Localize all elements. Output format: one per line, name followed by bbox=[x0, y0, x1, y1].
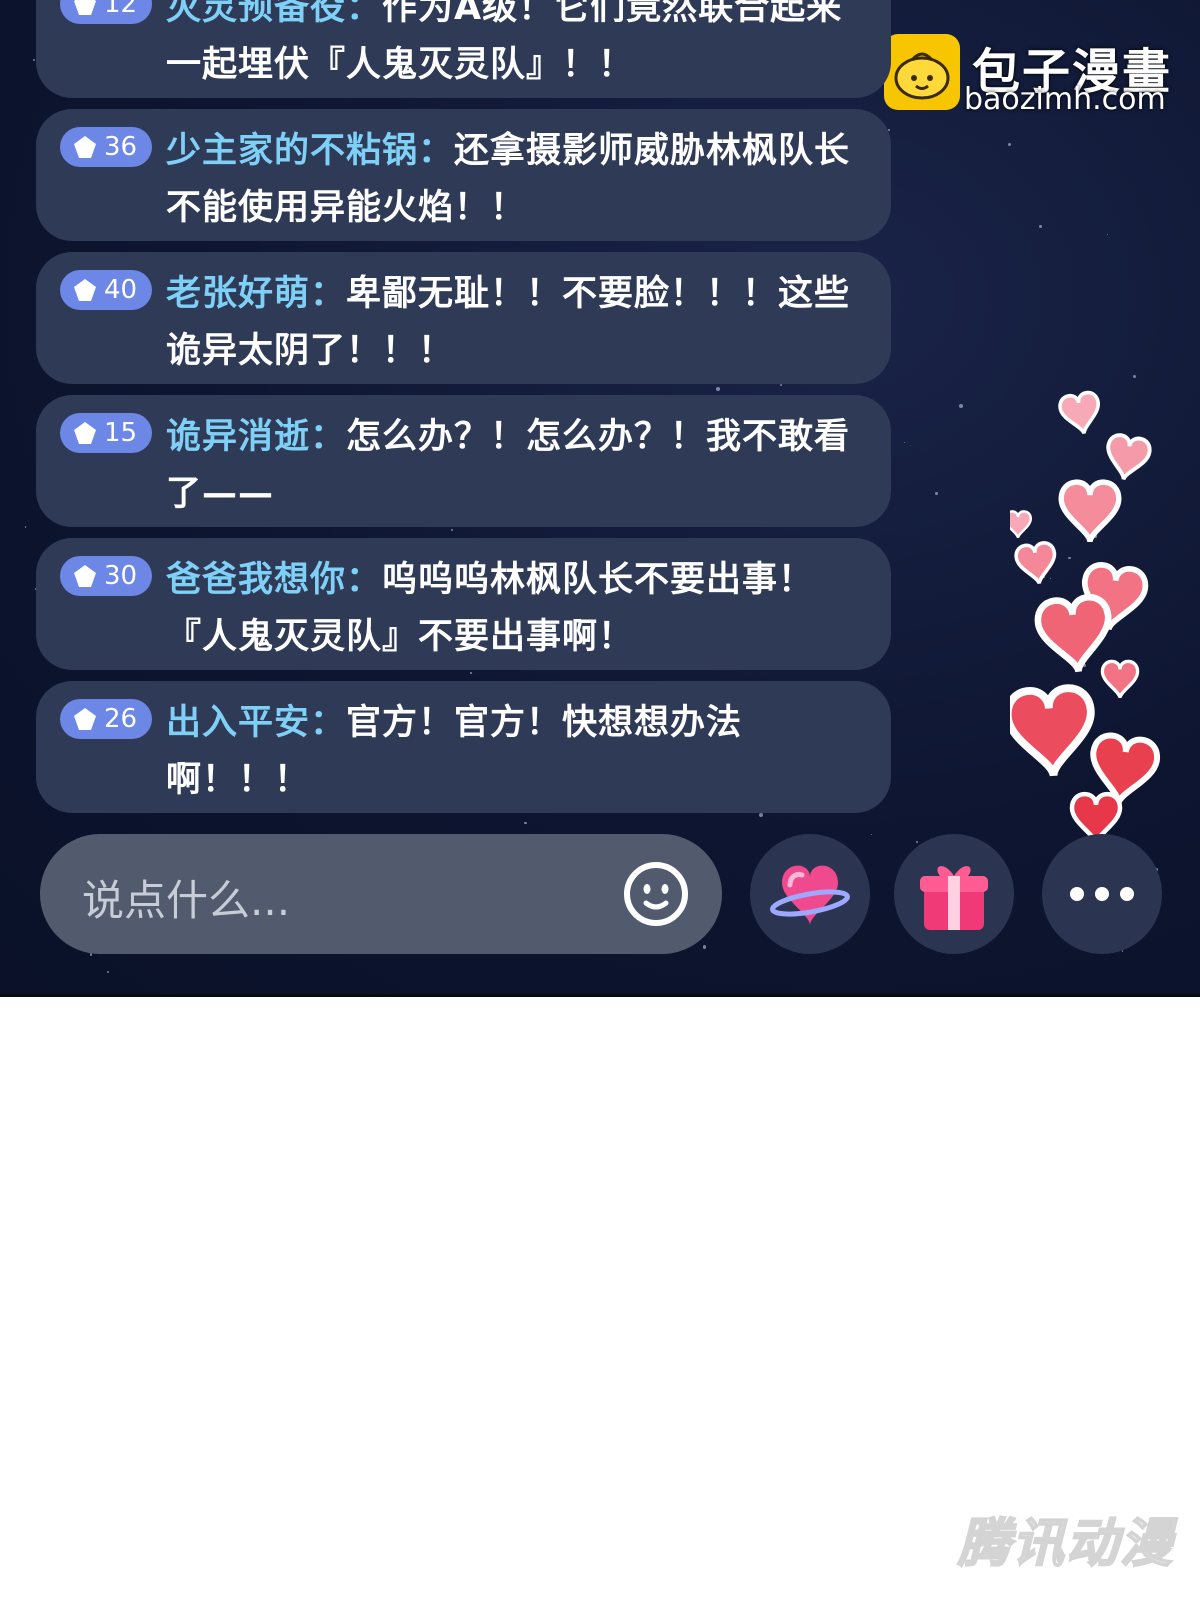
level-number: 12 bbox=[104, 0, 138, 19]
star-dot bbox=[1007, 142, 1012, 147]
username[interactable]: 少主家的不粘锅： bbox=[166, 131, 454, 171]
chat-input-bar[interactable]: 说点什么... bbox=[40, 834, 722, 954]
emoji-smiley-icon[interactable] bbox=[622, 860, 690, 928]
message-text: 爸爸我想你：呜呜呜林枫队长不要出事！『人鬼灭灵队』不要出事啊！ bbox=[166, 552, 871, 666]
diamond-icon bbox=[74, 708, 96, 730]
heart-icon bbox=[1101, 431, 1154, 486]
chat-message: 36 少主家的不粘锅：还拿摄影师威胁林枫队长不能使用异能火焰！！ bbox=[36, 109, 891, 241]
username[interactable]: 出入平安： bbox=[166, 703, 346, 743]
star-dot bbox=[870, 834, 872, 836]
gift-button[interactable] bbox=[894, 834, 1014, 954]
chat-message-list: 12 灭灵预备役：作为A级！它们竟然联合起来一起埋伏『人鬼灭灵队』！！ 36 少… bbox=[36, 0, 891, 824]
star-dot bbox=[1106, 233, 1109, 236]
chat-message: 26 出入平安：官方！官方！快想想办法啊！！！ bbox=[36, 681, 891, 813]
heart-icon bbox=[1061, 482, 1119, 542]
username[interactable]: 老张好萌： bbox=[166, 274, 346, 314]
heart-planet-icon bbox=[770, 865, 850, 925]
username[interactable]: 灭灵预备役： bbox=[166, 0, 382, 28]
more-dots-icon bbox=[1070, 887, 1134, 901]
message-text: 少主家的不粘锅：还拿摄影师威胁林枫队长不能使用异能火焰！！ bbox=[166, 123, 871, 237]
chat-message: 40 老张好萌：卑鄙无耻！！不要脸！！！这些诡异太阴了！！！ bbox=[36, 252, 891, 384]
diamond-icon bbox=[74, 279, 96, 301]
star-dot bbox=[90, 953, 93, 956]
star-dot bbox=[959, 403, 963, 408]
logo-url: baozimh.com bbox=[964, 82, 1166, 117]
chat-message: 15 诡异消逝：怎么办？！怎么办？！我不敢看了—— bbox=[36, 395, 891, 527]
user-level-badge: 15 bbox=[60, 413, 152, 453]
heart-icon bbox=[1036, 595, 1114, 675]
star-dot bbox=[1132, 374, 1137, 379]
message-text: 灭灵预备役：作为A级！它们竟然联合起来一起埋伏『人鬼灭灵队』！！ bbox=[166, 0, 871, 94]
message-text: 出入平安：官方！官方！快想想办法啊！！！ bbox=[166, 695, 871, 809]
site-logo: 包子漫畫 baozimh.com bbox=[884, 34, 1184, 117]
username[interactable]: 爸爸我想你： bbox=[166, 560, 382, 600]
star-dot bbox=[703, 945, 707, 949]
chat-message: 12 灭灵预备役：作为A级！它们竟然联合起来一起埋伏『人鬼灭灵队』！！ bbox=[36, 0, 891, 98]
star-dot bbox=[916, 841, 918, 843]
heart-icon bbox=[1010, 510, 1033, 540]
level-number: 26 bbox=[104, 704, 138, 734]
bun-logo-icon bbox=[884, 34, 960, 110]
star-dot bbox=[106, 970, 110, 974]
live-stream-chat-panel: 包子漫畫 baozimh.com 12 灭灵预备役：作为A级！它们竟然联合起来一… bbox=[0, 0, 1200, 997]
heart-icon bbox=[1012, 539, 1061, 589]
username[interactable]: 诡异消逝： bbox=[166, 417, 346, 457]
chat-message: 30 爸爸我想你：呜呜呜林枫队长不要出事！『人鬼灭灵队』不要出事啊！ bbox=[36, 538, 891, 670]
user-level-badge: 12 bbox=[60, 0, 152, 24]
diamond-icon bbox=[74, 0, 96, 15]
diamond-icon bbox=[74, 422, 96, 444]
star-dot bbox=[32, 59, 35, 62]
user-level-badge: 26 bbox=[60, 699, 152, 739]
star-dot bbox=[903, 442, 905, 444]
more-button[interactable] bbox=[1042, 834, 1162, 954]
level-number: 30 bbox=[104, 561, 138, 591]
chat-input-placeholder[interactable]: 说点什么... bbox=[82, 867, 290, 928]
diamond-icon bbox=[74, 565, 96, 587]
user-level-badge: 40 bbox=[60, 270, 152, 310]
heart-icon bbox=[1100, 659, 1140, 700]
diamond-icon bbox=[74, 136, 96, 158]
heart-icon bbox=[1056, 390, 1105, 439]
level-number: 40 bbox=[104, 275, 138, 305]
star-dot bbox=[1122, 950, 1124, 952]
floating-hearts-animation bbox=[1010, 390, 1200, 860]
level-number: 15 bbox=[104, 418, 138, 448]
star-dot bbox=[25, 526, 27, 528]
message-text: 老张好萌：卑鄙无耻！！不要脸！！！这些诡异太阴了！！！ bbox=[166, 266, 871, 380]
star-dot bbox=[934, 492, 939, 496]
publisher-watermark: 腾讯动漫 bbox=[957, 1513, 1174, 1575]
message-text: 诡异消逝：怎么办？！怎么办？！我不敢看了—— bbox=[166, 409, 871, 523]
level-number: 36 bbox=[104, 132, 138, 162]
heart-icon bbox=[1010, 687, 1095, 779]
gift-icon bbox=[920, 866, 988, 930]
like-button[interactable] bbox=[750, 834, 870, 954]
user-level-badge: 36 bbox=[60, 127, 152, 167]
star-dot bbox=[1039, 225, 1043, 229]
user-level-badge: 30 bbox=[60, 556, 152, 596]
